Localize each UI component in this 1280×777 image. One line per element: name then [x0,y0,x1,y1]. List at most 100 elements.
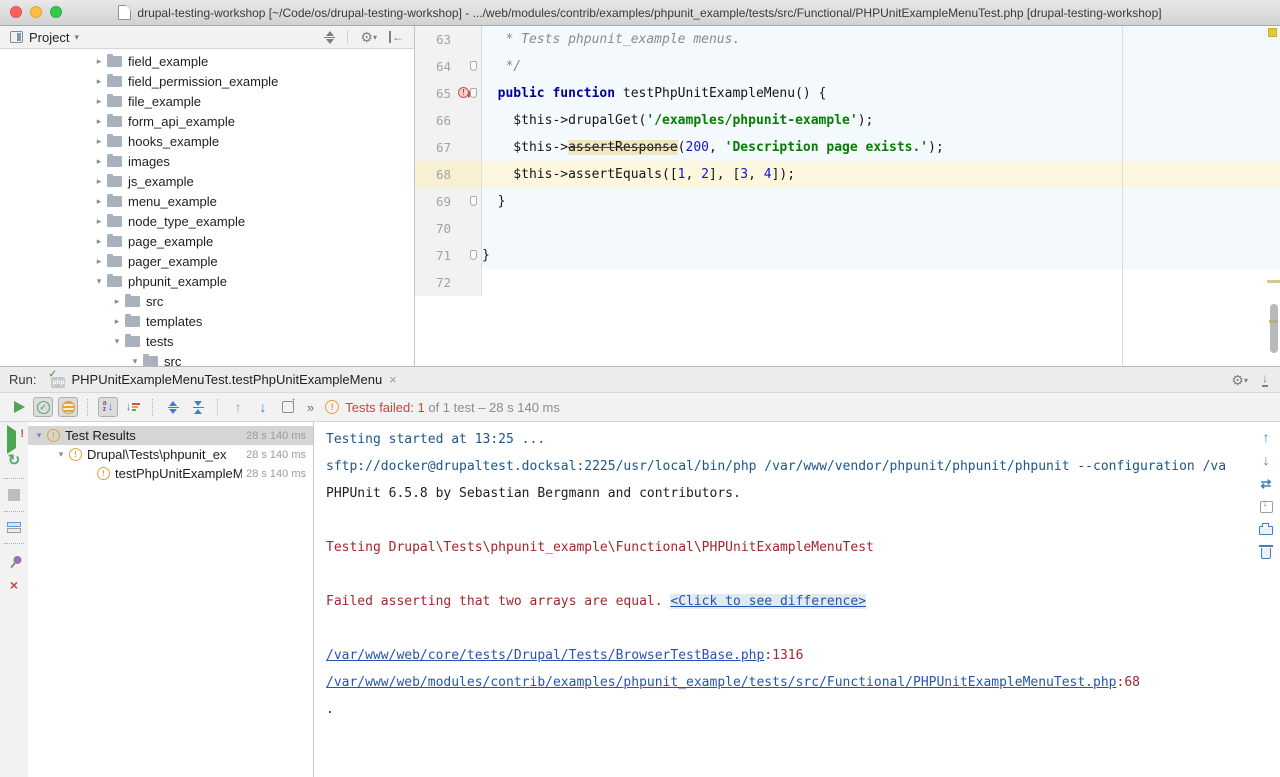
show-passed-toggle[interactable]: ✓ [33,397,53,417]
test-tree-row[interactable]: !testPhpUnitExampleM28 s 140 ms [28,464,313,483]
tree-item-tests[interactable]: ▾tests [0,331,414,351]
editor-gutter[interactable]: 67 [415,134,482,161]
tree-item-src[interactable]: ▸src [0,291,414,311]
run-settings-gear-icon[interactable]: ⚙▾ [1231,373,1248,387]
test-failed-run-icon[interactable]: ! [458,87,469,98]
project-view-dropdown-icon[interactable]: ▾ [74,32,79,43]
rerun-button[interactable] [8,397,28,417]
tree-item-src[interactable]: ▾src [0,351,414,366]
fold-marker-icon[interactable] [470,196,477,206]
close-window-button[interactable] [10,6,22,18]
print-button[interactable] [1259,526,1273,535]
editor-gutter[interactable]: 65! [415,80,482,107]
code-text[interactable]: */ [482,53,1280,80]
toggle-auto-test-button[interactable]: ↻ [8,453,21,468]
warning-stripe-mark[interactable] [1267,280,1280,283]
code-text[interactable]: $this->drupalGet('/examples/phpunit-exam… [482,107,1280,134]
code-text[interactable]: $this->assertResponse(200, 'Description … [482,134,1280,161]
editor-gutter[interactable]: 64 [415,53,482,80]
chevron-right-icon[interactable]: ▸ [92,236,106,247]
tree-item-form_api_example[interactable]: ▸form_api_example [0,111,414,131]
tree-item-phpunit_example[interactable]: ▾phpunit_example [0,271,414,291]
tree-item-menu_example[interactable]: ▸menu_example [0,191,414,211]
console-link[interactable]: /var/www/web/modules/contrib/examples/ph… [326,675,1117,690]
previous-failed-test-button[interactable]: ↑ [228,397,248,417]
fold-marker-icon[interactable] [470,250,477,260]
up-stacktrace-button[interactable]: ↑ [1263,430,1270,444]
stop-button[interactable] [8,489,20,501]
code-text[interactable]: public function testPhpUnitExampleMenu()… [482,80,1280,107]
editor-gutter[interactable]: 66 [415,107,482,134]
chevron-right-icon[interactable]: ▸ [92,196,106,207]
chevron-down-icon[interactable]: ▾ [55,449,67,460]
test-tree-row[interactable]: ▾!Test Results28 s 140 ms [28,426,313,445]
hide-run-panel-icon[interactable]: ↓ [1262,372,1268,387]
code-line-70[interactable]: 70 [415,215,1280,242]
chevron-right-icon[interactable]: ▸ [92,96,106,107]
editor-gutter[interactable]: 70 [415,215,482,242]
collapse-all-button[interactable] [188,397,208,417]
editor-scrollbar-thumb[interactable] [1270,304,1278,353]
code-text[interactable] [482,269,1280,296]
code-text[interactable]: * Tests phpunit_example menus. [482,26,1280,53]
chevron-right-icon[interactable]: ▸ [92,256,106,267]
test-console-output[interactable]: Testing started at 13:25 ...sftp://docke… [314,422,1252,777]
show-ignored-toggle[interactable] [58,397,78,417]
code-line-64[interactable]: 64 */ [415,53,1280,80]
tree-item-field_permission_example[interactable]: ▸field_permission_example [0,71,414,91]
more-actions-icon[interactable]: » [307,400,314,415]
editor-gutter[interactable]: 68 [415,161,482,188]
run-configuration-tab[interactable]: php ✓ PHPUnitExampleMenuTest.testPhpUnit… [48,367,396,392]
chevron-right-icon[interactable]: ▸ [92,176,106,187]
chevron-down-icon[interactable]: ▾ [92,276,106,287]
code-line-67[interactable]: 67 $this->assertResponse(200, 'Descripti… [415,134,1280,161]
tree-item-file_example[interactable]: ▸file_example [0,91,414,111]
tree-item-js_example[interactable]: ▸js_example [0,171,414,191]
tree-item-images[interactable]: ▸images [0,151,414,171]
tree-item-hooks_example[interactable]: ▸hooks_example [0,131,414,151]
scroll-to-end-button[interactable]: ↓ [1260,501,1273,513]
tree-item-node_type_example[interactable]: ▸node_type_example [0,211,414,231]
tree-item-pager_example[interactable]: ▸pager_example [0,251,414,271]
inspection-status-indicator[interactable] [1268,28,1277,37]
fullscreen-window-button[interactable] [50,6,62,18]
code-text[interactable] [482,215,1280,242]
code-line-66[interactable]: 66 $this->drupalGet('/examples/phpunit-e… [415,107,1280,134]
expand-collapse-icon[interactable] [324,31,335,44]
close-run-panel-button[interactable]: × [10,578,18,592]
project-panel-title[interactable]: Project [29,30,69,45]
fold-marker-icon[interactable] [470,61,477,71]
soft-wrap-toggle[interactable]: ⇄ [1261,476,1272,492]
expand-all-button[interactable] [163,397,183,417]
hide-project-panel-icon[interactable]: ← [389,31,404,43]
editor-gutter[interactable]: 63 [415,26,482,53]
chevron-right-icon[interactable]: ▸ [92,216,106,227]
code-line-63[interactable]: 63 * Tests phpunit_example menus. [415,26,1280,53]
code-line-71[interactable]: 71} [415,242,1280,269]
tree-item-templates[interactable]: ▸templates [0,311,414,331]
rerun-failed-tests-button[interactable]: ! [7,431,21,443]
chevron-down-icon[interactable]: ▾ [128,356,142,367]
code-text[interactable]: } [482,242,1280,269]
export-test-results-button[interactable]: ↑ [278,397,298,417]
close-tab-icon[interactable]: × [389,372,397,387]
titlebar[interactable]: drupal-testing-workshop [~/Code/os/drupa… [0,0,1280,26]
project-settings-gear-icon[interactable]: ⚙▾ [360,30,377,44]
tree-item-page_example[interactable]: ▸page_example [0,231,414,251]
chevron-right-icon[interactable]: ▸ [92,156,106,167]
editor-gutter[interactable]: 71 [415,242,482,269]
next-failed-test-button[interactable]: ↓ [253,397,273,417]
chevron-right-icon[interactable]: ▸ [92,136,106,147]
chevron-right-icon[interactable]: ▸ [92,76,106,87]
code-text[interactable]: $this->assertEquals([1, 2], [3, 4]); [482,161,1280,188]
chevron-right-icon[interactable]: ▸ [92,116,106,127]
code-line-68[interactable]: 68 $this->assertEquals([1, 2], [3, 4]); [415,161,1280,188]
chevron-right-icon[interactable]: ▸ [110,296,124,307]
test-tree-row[interactable]: ▾!Drupal\Tests\phpunit_ex28 s 140 ms [28,445,313,464]
console-link[interactable]: <Click to see difference> [670,594,866,609]
down-stacktrace-button[interactable]: ↓ [1263,453,1270,467]
tree-item-field_example[interactable]: ▸field_example [0,51,414,71]
clear-all-button[interactable] [1261,548,1271,559]
console-link[interactable]: /var/www/web/core/tests/Drupal/Tests/Bro… [326,648,764,663]
minimize-window-button[interactable] [30,6,42,18]
